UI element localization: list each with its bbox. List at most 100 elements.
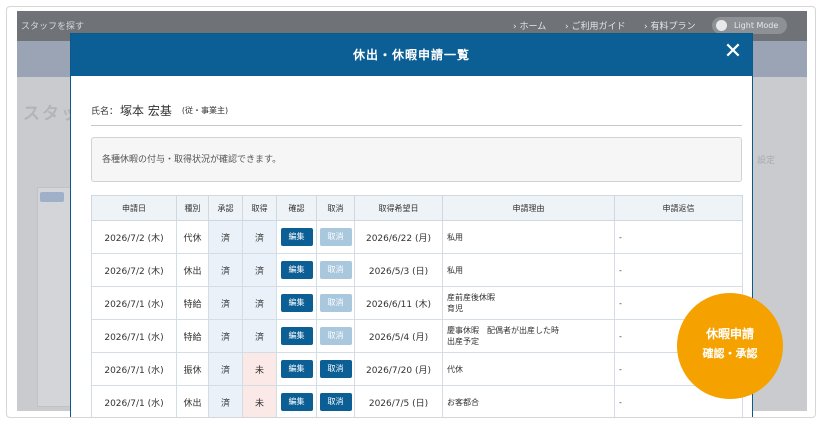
reason-line: 出産予定 bbox=[447, 337, 479, 346]
reason-line: 慶事休暇 配偶者が出産した時 bbox=[447, 326, 559, 335]
header-type: 種別 bbox=[176, 195, 209, 221]
cell-type: 休出 bbox=[176, 385, 209, 417]
toggle-knob-icon bbox=[716, 20, 727, 31]
cancel-button[interactable]: 取消 bbox=[319, 393, 352, 411]
cell-cancel: 取消 bbox=[316, 319, 355, 353]
header-reason: 申請理由 bbox=[442, 195, 615, 221]
background-card-tag bbox=[40, 192, 64, 202]
divider bbox=[91, 125, 742, 126]
cell-reason: お客都合 bbox=[442, 385, 615, 417]
header-taken: 取得 bbox=[242, 195, 277, 221]
cell-cancel: 取消 bbox=[316, 253, 355, 287]
header-date: 申請日 bbox=[91, 195, 177, 221]
employee-name-row: 氏名： 塚本 宏基 (従・事業主) bbox=[91, 100, 228, 120]
cell-approved: 済 bbox=[208, 220, 243, 254]
cell-desired-date: 2026/7/5 (日) bbox=[354, 385, 443, 417]
table-row: 2026/7/1 (水) 特給済済編集 取消 2026/6/11 (木) 産前産後休暇育… bbox=[91, 286, 743, 320]
modal-header: 休出・休暇申請一覧 ✕ bbox=[71, 34, 752, 76]
cell-date: 2026/7/2 (木) bbox=[91, 253, 177, 287]
table-row: 2026/7/1 (水) 特給済済編集 取消 2026/5/4 (月) 慶事休暇 配偶者… bbox=[91, 319, 743, 353]
reason-line: お客都合 bbox=[447, 397, 479, 407]
cell-approved: 済 bbox=[208, 253, 243, 287]
cell-confirm: 編集 bbox=[276, 385, 317, 417]
cell-date: 2026/7/2 (木) bbox=[91, 220, 177, 254]
cancel-button[interactable]: 取消 bbox=[319, 228, 352, 246]
table-row: 2026/7/1 (水) 振休済未編集 取消 2026/7/20 (月) 代休 - bbox=[91, 352, 743, 386]
cancel-button[interactable]: 取消 bbox=[319, 327, 352, 345]
cell-taken: 済 bbox=[242, 319, 277, 353]
header-confirm: 確認 bbox=[276, 195, 317, 221]
leave-request-modal: 休出・休暇申請一覧 ✕ 氏名： 塚本 宏基 (従・事業主) 各種休暇の付与・取得状況… bbox=[70, 33, 753, 417]
table-row: 2026/7/2 (木) 休出済済編集 取消 2026/5/3 (日) 私用 - bbox=[91, 253, 743, 287]
cell-date: 2026/7/1 (水) bbox=[91, 352, 177, 386]
cell-cancel: 取消 bbox=[316, 220, 355, 254]
close-icon[interactable]: ✕ bbox=[723, 41, 743, 63]
name-label: 氏名： bbox=[91, 107, 119, 117]
header-cancel: 取消 bbox=[316, 195, 355, 221]
cell-taken: 済 bbox=[242, 253, 277, 287]
cell-type: 代休 bbox=[176, 220, 209, 254]
header-reply: 申請返信 bbox=[614, 195, 743, 221]
reason-line: 産前産後休暇 bbox=[447, 293, 495, 302]
cell-desired-date: 2026/6/11 (木) bbox=[354, 286, 443, 320]
cell-reason: 代休 bbox=[442, 352, 615, 386]
badge-line-1: 休暇申請 bbox=[705, 327, 754, 341]
cell-taken: 済 bbox=[242, 286, 277, 320]
cell-approved: 済 bbox=[208, 352, 243, 386]
table-header-row: 申請日 種別 承認 取得 確認 取消 取得希望日 申請理由 申請返信 bbox=[91, 195, 743, 221]
cell-approved: 済 bbox=[208, 286, 243, 320]
table-row: 2026/7/1 (水) 休出済未編集 取消 2026/7/5 (日) お客都合 - bbox=[91, 385, 743, 417]
cell-taken: 未 bbox=[242, 352, 277, 386]
leave-request-table: 申請日 種別 承認 取得 確認 取消 取得希望日 申請理由 申請返信 2026/7/2 (木) 代… bbox=[91, 195, 743, 417]
cell-desired-date: 2026/7/20 (月) bbox=[354, 352, 443, 386]
cell-confirm: 編集 bbox=[276, 220, 317, 254]
cell-cancel: 取消 bbox=[316, 352, 355, 386]
cell-confirm: 編集 bbox=[276, 253, 317, 287]
cell-reply: - bbox=[614, 220, 743, 254]
modal-title: 休出・休暇申請一覧 bbox=[352, 48, 470, 62]
cell-approved: 済 bbox=[208, 385, 243, 417]
employee-name: 塚本 宏基 bbox=[120, 104, 172, 118]
cell-reason: 産前産後休暇 育児 bbox=[442, 286, 615, 320]
cell-approved: 済 bbox=[208, 319, 243, 353]
nav-home-link[interactable]: › ホーム bbox=[513, 19, 546, 32]
reason-line: 私用 bbox=[447, 265, 463, 275]
cell-reason: 私用 bbox=[442, 220, 615, 254]
nav-guide-link[interactable]: › ご利用ガイド bbox=[565, 19, 625, 32]
info-notice: 各種休暇の付与・取得状況が確認できます。 bbox=[91, 137, 742, 182]
cell-type: 休出 bbox=[176, 253, 209, 287]
cancel-button[interactable]: 取消 bbox=[319, 261, 352, 279]
cell-confirm: 編集 bbox=[276, 319, 317, 353]
background-settings-text: 設定 bbox=[757, 156, 776, 166]
background-search-text[interactable]: スタッフを探す bbox=[21, 19, 84, 32]
nav-plan-link[interactable]: › 有料プラン bbox=[644, 19, 695, 32]
edit-button[interactable]: 編集 bbox=[280, 327, 313, 345]
cell-cancel: 取消 bbox=[316, 385, 355, 417]
cell-confirm: 編集 bbox=[276, 352, 317, 386]
edit-button[interactable]: 編集 bbox=[280, 294, 313, 312]
reason-line: 代休 bbox=[447, 364, 463, 374]
header-desired-date: 取得希望日 bbox=[354, 195, 443, 221]
cancel-button[interactable]: 取消 bbox=[319, 360, 352, 378]
cell-desired-date: 2026/5/3 (日) bbox=[354, 253, 443, 287]
light-mode-toggle[interactable]: Light Mode bbox=[712, 17, 787, 34]
cell-desired-date: 2026/6/22 (月) bbox=[354, 220, 443, 254]
reason-line: 私用 bbox=[447, 232, 463, 242]
cell-type: 特給 bbox=[176, 319, 209, 353]
cell-reason: 私用 bbox=[442, 253, 615, 287]
edit-button[interactable]: 編集 bbox=[280, 261, 313, 279]
cell-taken: 済 bbox=[242, 220, 277, 254]
reason-line: 育児 bbox=[447, 304, 463, 313]
screenshot-frame: スタッフを探す › ホーム › ご利用ガイド › 有料プラン Light Mod… bbox=[6, 6, 816, 418]
cell-date: 2026/7/1 (水) bbox=[91, 385, 177, 417]
cell-date: 2026/7/1 (水) bbox=[91, 286, 177, 320]
light-mode-label: Light Mode bbox=[734, 21, 779, 30]
employee-role: (従・事業主) bbox=[181, 106, 229, 115]
header-approved: 承認 bbox=[208, 195, 243, 221]
edit-button[interactable]: 編集 bbox=[280, 393, 313, 411]
cell-type: 振休 bbox=[176, 352, 209, 386]
edit-button[interactable]: 編集 bbox=[280, 228, 313, 246]
cell-reply: - bbox=[614, 253, 743, 287]
edit-button[interactable]: 編集 bbox=[280, 360, 313, 378]
cancel-button[interactable]: 取消 bbox=[319, 294, 352, 312]
